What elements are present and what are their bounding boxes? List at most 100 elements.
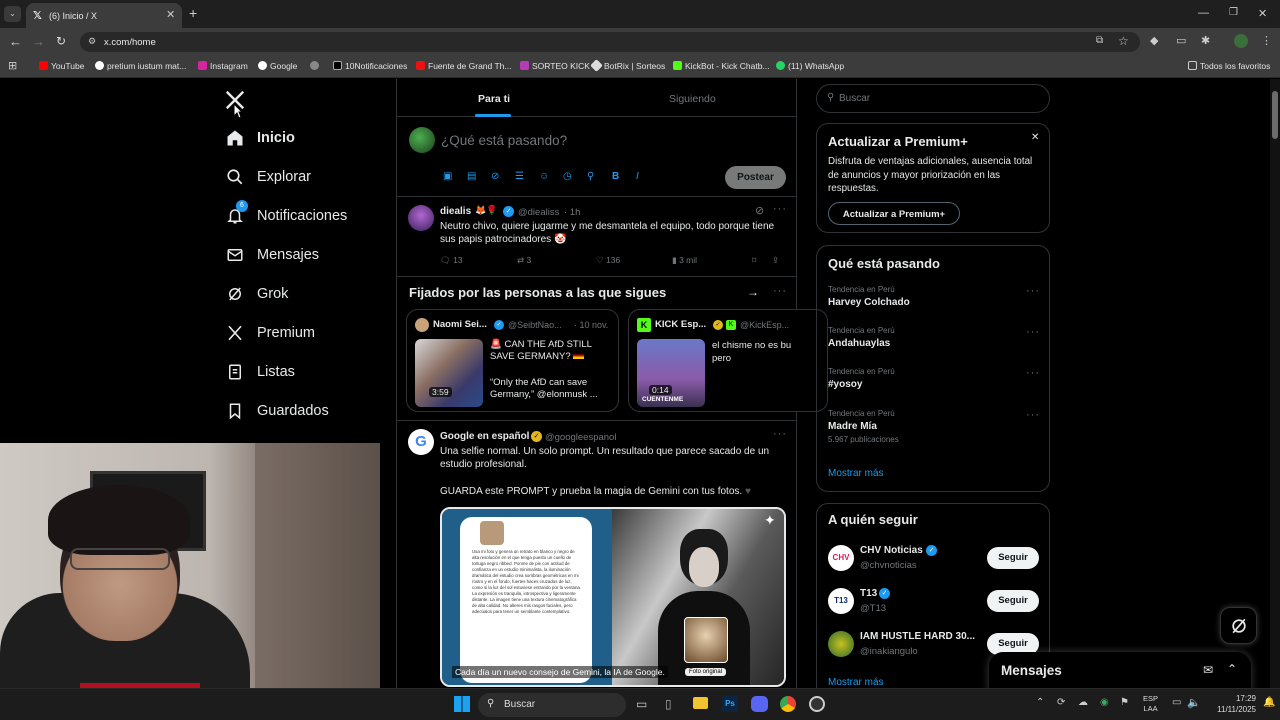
avatar[interactable] <box>408 205 434 231</box>
bookmark-botrix[interactable]: BotRix | Sorteos <box>590 59 665 72</box>
bookmark-globe-icon[interactable] <box>310 61 322 71</box>
author-name[interactable]: Google en español <box>440 431 529 442</box>
tab-close-icon[interactable]: ✕ <box>166 8 175 21</box>
avatar[interactable] <box>828 631 854 657</box>
more-options-icon[interactable]: ··· <box>773 285 787 297</box>
all-bookmarks[interactable]: Todos los favoritos <box>1188 61 1270 71</box>
search-box[interactable]: ⚲ Buscar <box>816 84 1050 113</box>
follow-name[interactable]: T13 <box>860 588 877 599</box>
new-message-icon[interactable]: ✉ <box>1203 663 1213 677</box>
app-icon-obs[interactable] <box>809 696 825 712</box>
tray-chevron-icon[interactable]: ⌃ <box>1036 697 1044 708</box>
restore-icon[interactable]: ❐ <box>1229 7 1238 18</box>
avatar[interactable]: CHV <box>828 545 854 571</box>
tab-search-button[interactable]: ⌄ <box>4 6 21 22</box>
compose-input[interactable]: ¿Qué está pasando? <box>441 133 567 148</box>
more-options-icon[interactable]: ··· <box>1026 326 1040 338</box>
author-name[interactable]: diealis <box>440 206 471 217</box>
trend-item[interactable]: Tendencia en Perú #yosoy ··· <box>828 367 1040 399</box>
notification-bell-icon[interactable]: 🔔 <box>1263 697 1275 708</box>
follow-name[interactable]: CHV Noticias <box>860 545 923 556</box>
tweet[interactable]: diealis 🦊🌹 ✓ @diealiss · 1h ⊘ ··· Neutro… <box>397 197 796 277</box>
close-icon[interactable]: ✕ <box>1031 132 1039 143</box>
language-indicator[interactable]: ESP LAA <box>1143 694 1158 714</box>
reload-icon[interactable]: ↻ <box>56 34 66 48</box>
author-handle[interactable]: @googleespanol <box>545 432 616 443</box>
emoji-icon[interactable]: ☺ <box>539 171 549 182</box>
like-button[interactable]: ♡ 136 <box>596 255 620 266</box>
install-app-icon[interactable]: ⧉ <box>1096 35 1103 46</box>
location-icon[interactable]: ⚲ <box>587 171 594 182</box>
new-tab-icon[interactable]: + <box>189 5 197 21</box>
avatar[interactable] <box>415 318 429 332</box>
apps-icon[interactable]: ⊞ <box>8 59 17 72</box>
more-options-icon[interactable]: ··· <box>773 203 787 215</box>
more-options-icon[interactable]: ··· <box>1026 285 1040 297</box>
tab-siguiendo[interactable]: Siguiendo <box>669 93 716 105</box>
google-avatar[interactable]: G <box>408 429 434 455</box>
volume-icon[interactable]: 🔈 <box>1187 696 1201 709</box>
show-more-link[interactable]: Mostrar más <box>828 468 884 479</box>
premium-upgrade-button[interactable]: Actualizar a Premium+ <box>828 202 960 225</box>
window-close-icon[interactable]: ✕ <box>1258 7 1267 20</box>
back-icon[interactable]: ← <box>9 34 22 49</box>
trend-item[interactable]: Tendencia en Perú Andahuaylas ··· <box>828 326 1040 358</box>
post-button[interactable]: Postear <box>725 166 786 189</box>
poll-icon[interactable]: ☰ <box>515 171 524 182</box>
bookmark-star-icon[interactable]: ☆ <box>1118 34 1129 48</box>
gif-icon[interactable]: ▤ <box>467 171 476 182</box>
address-bar[interactable]: ⚙ x.com/home ⧉ ☆ <box>80 32 1140 52</box>
author-handle[interactable]: @KickEsp... <box>740 320 789 330</box>
extensions-puzzle-icon[interactable]: ✱ <box>1201 34 1210 47</box>
extension-icon-2[interactable]: ▭ <box>1176 34 1186 47</box>
follow-button[interactable]: Seguir <box>987 547 1039 569</box>
photoshop-icon[interactable]: Ps <box>722 696 738 712</box>
extension-icon[interactable]: ◆ <box>1150 34 1158 47</box>
grok-compose-icon[interactable]: ⊘ <box>491 171 499 182</box>
chrome-menu-icon[interactable]: ⋮ <box>1261 34 1272 47</box>
views-button[interactable]: ▮ 3 mil <box>672 255 697 266</box>
bookmark-10notificaciones[interactable]: 10Notificaciones <box>333 61 407 71</box>
bold-icon[interactable]: B <box>612 171 619 182</box>
tray-icon-1[interactable]: ⟳ <box>1057 697 1065 708</box>
messages-drawer[interactable]: Mensajes ✉ ⌃ <box>989 652 1251 688</box>
pinned-card[interactable]: Naomi Sei... ✓ @SeibtNao... · 10 nov. 3:… <box>406 309 619 412</box>
arrow-right-icon[interactable]: → <box>747 285 759 299</box>
trend-item[interactable]: Tendencia en Perú Madre Mía 5.967 public… <box>828 409 1040 453</box>
show-more-link[interactable]: Mostrar más <box>828 677 884 688</box>
follow-item[interactable]: CHV CHV Noticias ✓ @chvnoticias Seguir <box>828 542 1040 576</box>
author-handle[interactable]: @diealiss <box>518 207 559 218</box>
clock[interactable]: 17:29 11/11/2025 <box>1206 693 1256 715</box>
italic-icon[interactable]: I <box>636 171 639 182</box>
post-time[interactable]: · 1h <box>564 207 580 218</box>
more-options-icon[interactable]: ··· <box>773 428 787 440</box>
app-icon-printer[interactable]: ▯ <box>665 697 672 711</box>
more-options-icon[interactable]: ··· <box>1026 409 1040 421</box>
minimize-icon[interactable]: — <box>1198 7 1209 19</box>
author-name[interactable]: KICK Esp... <box>655 319 706 330</box>
grok-explain-icon[interactable]: ⊘ <box>755 204 764 217</box>
windows-start-icon[interactable] <box>454 696 470 712</box>
discord-icon[interactable] <box>751 696 768 712</box>
chrome-icon[interactable] <box>780 696 796 712</box>
tray-icon-4[interactable]: ⚑ <box>1120 697 1129 708</box>
bookmark-sorteo-kick[interactable]: SORTEO KICK <box>520 61 590 71</box>
bookmark-whatsapp[interactable]: (11) WhatsApp <box>776 61 844 71</box>
taskbar-search[interactable]: ⚲ Buscar <box>478 693 626 717</box>
grok-float-button[interactable] <box>1220 607 1257 644</box>
pinned-card[interactable]: K KICK Esp... ✓ K @KickEsp... 0:14 CUENT… <box>628 309 828 412</box>
scrollbar-thumb[interactable] <box>1272 91 1278 139</box>
site-info-icon[interactable]: ⚙ <box>88 36 96 47</box>
profile-avatar[interactable] <box>1234 34 1248 48</box>
avatar[interactable]: T13 <box>828 588 854 614</box>
video-thumbnail[interactable]: 0:14 CUENTENME <box>637 339 705 407</box>
author-handle[interactable]: @SeibtNao... <box>508 320 562 330</box>
tray-icon-3[interactable]: ◉ <box>1100 697 1109 708</box>
tweet[interactable]: G Google en español ✓ @googleespanol ···… <box>397 421 796 688</box>
post-date[interactable]: · 10 nov. <box>574 320 608 330</box>
follow-item[interactable]: T13 T13 ✓ @T13 Seguir <box>828 585 1040 619</box>
bookmark-fuente-gta[interactable]: Fuente de Grand Th... <box>416 61 511 71</box>
expand-icon[interactable]: ⌃ <box>1227 662 1237 676</box>
user-avatar[interactable] <box>409 127 435 153</box>
image-icon[interactable]: ▣ <box>443 171 452 182</box>
